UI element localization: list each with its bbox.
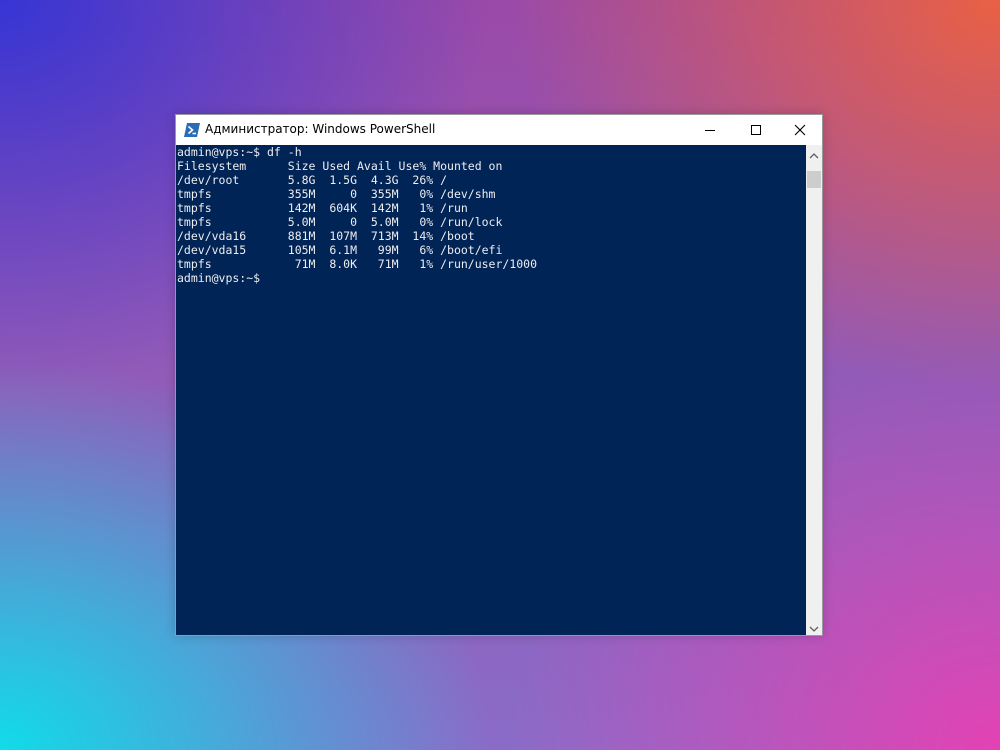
scroll-up-button[interactable] [806, 145, 822, 162]
maximize-button[interactable] [733, 115, 779, 145]
maximize-icon [750, 121, 762, 140]
minimize-icon [704, 121, 716, 140]
vertical-scrollbar[interactable] [806, 145, 822, 635]
scroll-thumb[interactable] [807, 171, 821, 188]
powershell-icon [184, 122, 200, 137]
console-text: admin@vps:~$ df -h Filesystem Size Used … [177, 145, 538, 285]
title-bar[interactable]: Администратор: Windows PowerShell [176, 115, 822, 145]
scroll-up-arrow-icon [809, 144, 819, 163]
close-button[interactable] [777, 115, 823, 145]
scroll-down-arrow-icon [809, 617, 819, 636]
close-icon [794, 121, 806, 140]
window-title: Администратор: Windows PowerShell [205, 122, 436, 136]
console-output-area[interactable]: admin@vps:~$ df -h Filesystem Size Used … [176, 145, 806, 635]
powershell-window[interactable]: Администратор: Windows PowerShell admin@… [175, 114, 823, 636]
scroll-down-button[interactable] [806, 618, 822, 635]
minimize-button[interactable] [687, 115, 733, 145]
